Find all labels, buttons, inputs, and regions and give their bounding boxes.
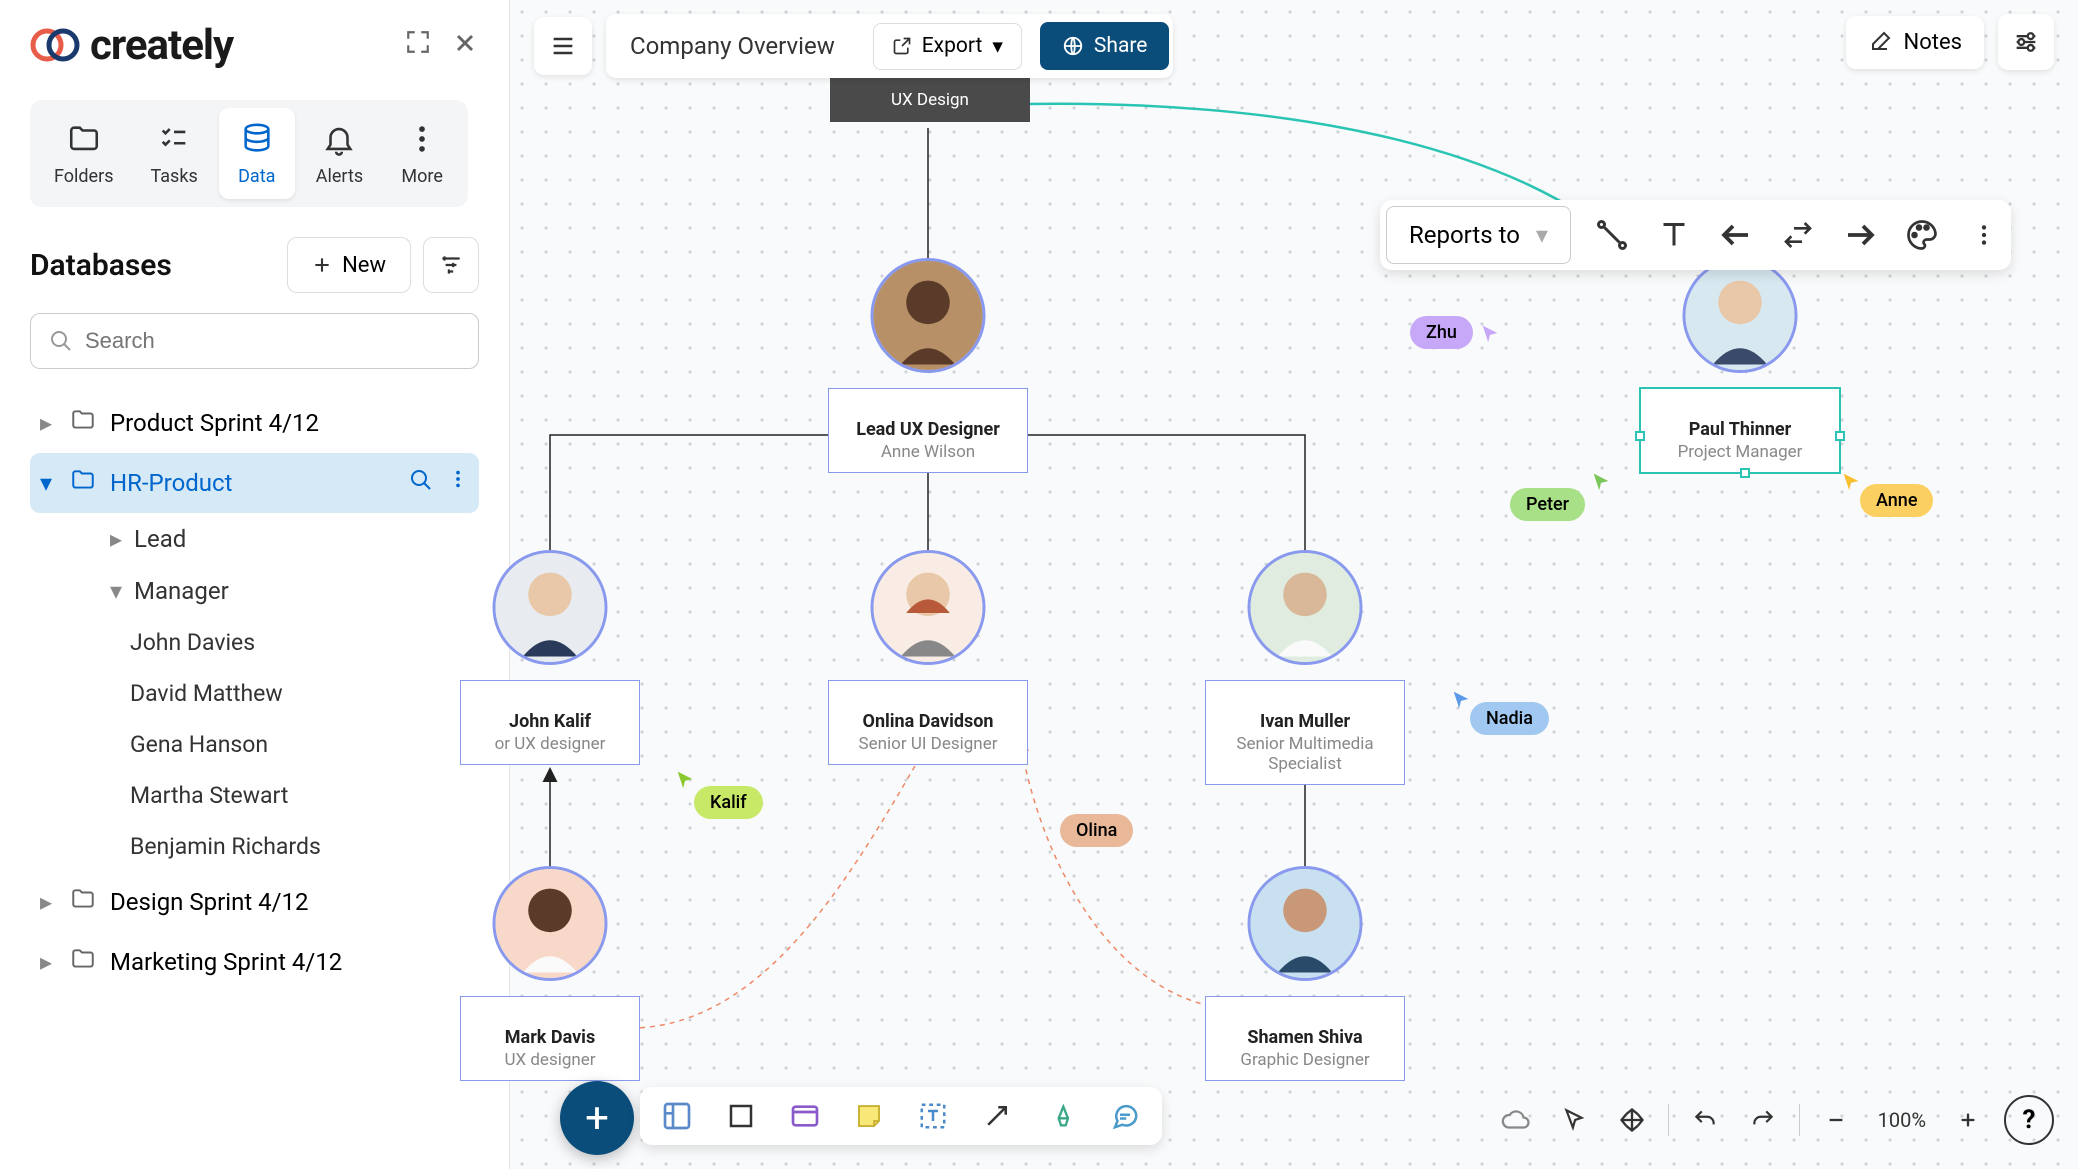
- cursor-nadia: Nadia: [1470, 702, 1549, 735]
- more-icon[interactable]: [1963, 214, 2005, 256]
- sidebar-tabs: Folders Tasks Data Alerts More: [30, 100, 468, 207]
- redo-icon[interactable]: [1741, 1098, 1785, 1142]
- node-ivan-muller[interactable]: Ivan Muller Senior Multimedia Specialist: [1205, 680, 1405, 785]
- hamburger-menu[interactable]: [534, 17, 592, 75]
- cursor-peter: Peter: [1510, 488, 1585, 521]
- tab-tasks[interactable]: Tasks: [135, 108, 214, 199]
- undo-icon[interactable]: [1683, 1098, 1727, 1142]
- cursor-anne: Anne: [1860, 484, 1933, 517]
- avatar: [493, 866, 608, 981]
- sidebar: creately Folders Tasks Data Alerts More: [0, 0, 510, 1169]
- tree-group-manager[interactable]: ▾Manager: [70, 565, 479, 617]
- help-button[interactable]: ?: [2004, 1095, 2054, 1145]
- cursor-zhu: Zhu: [1410, 316, 1501, 349]
- sticky-note-icon[interactable]: [850, 1097, 888, 1135]
- pointer-icon[interactable]: [1552, 1098, 1596, 1142]
- doc-title[interactable]: Company Overview: [610, 32, 855, 60]
- sliders-icon: [2012, 28, 2040, 56]
- tree-more-icon[interactable]: [447, 468, 469, 498]
- tree-leaf[interactable]: Martha Stewart: [70, 770, 479, 821]
- relation-select[interactable]: Reports to ▾: [1386, 206, 1571, 264]
- canvas[interactable]: UX Design Lead UX Designer Anne Wilson P…: [510, 0, 2078, 1169]
- more-icon: [403, 120, 441, 158]
- tree-item-hr-product[interactable]: ▾ HR-Product: [30, 453, 479, 513]
- add-shape-fab[interactable]: +: [560, 1081, 634, 1155]
- node-shamen-shiva[interactable]: Shamen Shiva Graphic Designer: [1205, 996, 1405, 1081]
- notes-button[interactable]: Notes: [1846, 16, 1984, 69]
- export-icon: [892, 36, 912, 56]
- share-button[interactable]: Share: [1040, 22, 1170, 70]
- tree-leaf[interactable]: Benjamin Richards: [70, 821, 479, 872]
- tab-alerts[interactable]: Alerts: [300, 108, 379, 199]
- tree-item-marketing-sprint[interactable]: ▸ Marketing Sprint 4/12: [30, 932, 479, 992]
- avatar: [1248, 550, 1363, 665]
- fullscreen-icon[interactable]: [405, 29, 431, 61]
- bell-icon: [320, 120, 358, 158]
- tab-folders[interactable]: Folders: [38, 108, 130, 199]
- tree-leaf[interactable]: Gena Hanson: [70, 719, 479, 770]
- view-toolbar: 100% ?: [1494, 1095, 2054, 1145]
- swap-icon[interactable]: [1777, 214, 1819, 256]
- text-icon[interactable]: [1653, 214, 1695, 256]
- cloud-sync-icon[interactable]: [1494, 1098, 1538, 1142]
- avatar: [1248, 866, 1363, 981]
- arrow-tool-icon[interactable]: [978, 1097, 1016, 1135]
- tab-more[interactable]: More: [384, 108, 460, 199]
- zoom-in-icon[interactable]: [1946, 1098, 1990, 1142]
- arrow-right-icon[interactable]: [1839, 214, 1881, 256]
- new-button[interactable]: New: [287, 237, 411, 293]
- brand-logo[interactable]: creately: [30, 20, 233, 70]
- avatar: [871, 258, 986, 373]
- node-john-kalif[interactable]: John Kalif or UX designer: [460, 680, 640, 765]
- layout-icon[interactable]: [658, 1097, 696, 1135]
- pan-icon[interactable]: [1610, 1098, 1654, 1142]
- zoom-level[interactable]: 100%: [1872, 1108, 1932, 1132]
- databases-title: Databases: [30, 248, 172, 283]
- line-icon[interactable]: [1591, 214, 1633, 256]
- data-icon: [238, 120, 276, 158]
- node-onlina-davidson[interactable]: Onlina Davidson Senior UI Designer: [828, 680, 1028, 765]
- line-toolbar: Reports to ▾: [1380, 200, 2011, 270]
- comment-icon[interactable]: [1106, 1097, 1144, 1135]
- palette-icon[interactable]: [1901, 214, 1943, 256]
- zoom-out-icon[interactable]: [1814, 1098, 1858, 1142]
- title-card: Company Overview Export ▾ Share: [606, 14, 1173, 78]
- tree-leaf[interactable]: David Matthew: [70, 668, 479, 719]
- database-tree: ▸ Product Sprint 4/12 ▾ HR-Product ▸Lead…: [30, 393, 479, 992]
- node-anne-wilson[interactable]: Lead UX Designer Anne Wilson: [828, 388, 1028, 473]
- text-tool-icon[interactable]: [914, 1097, 952, 1135]
- shape-toolbar: [640, 1087, 1162, 1145]
- tree-group-lead[interactable]: ▸Lead: [70, 513, 479, 565]
- tree-item-product-sprint[interactable]: ▸ Product Sprint 4/12: [30, 393, 479, 453]
- globe-icon: [1062, 35, 1084, 57]
- chevron-down-icon: ▾: [1536, 221, 1548, 249]
- tree-leaf[interactable]: John Davies: [70, 617, 479, 668]
- edit-icon: [1868, 30, 1892, 54]
- avatar: [493, 550, 608, 665]
- folder-icon: [65, 120, 103, 158]
- export-button[interactable]: Export ▾: [873, 23, 1022, 70]
- settings-button[interactable]: [1998, 14, 2054, 70]
- close-icon[interactable]: [451, 29, 479, 61]
- node-mark-davis[interactable]: Mark Davis UX designer: [460, 996, 640, 1081]
- chevron-down-icon: ▾: [992, 34, 1003, 59]
- node-paul-thinner[interactable]: Paul Thinner Project Manager: [1640, 388, 1840, 473]
- rectangle-icon[interactable]: [722, 1097, 760, 1135]
- tree-item-design-sprint[interactable]: ▸ Design Sprint 4/12: [30, 872, 479, 932]
- tree-search-icon[interactable]: [409, 468, 433, 498]
- tab-data[interactable]: Data: [219, 108, 295, 199]
- tasks-icon: [155, 120, 193, 158]
- pen-icon[interactable]: [1042, 1097, 1080, 1135]
- search-input[interactable]: [30, 313, 479, 369]
- avatar: [1683, 258, 1798, 373]
- arrow-left-icon[interactable]: [1715, 214, 1757, 256]
- avatar: [871, 550, 986, 665]
- cursor-olina: Olina: [1060, 814, 1133, 847]
- card-icon[interactable]: [786, 1097, 824, 1135]
- cursor-kalif: Kalif: [694, 786, 763, 819]
- search-icon: [49, 329, 73, 353]
- filter-button[interactable]: [423, 237, 479, 293]
